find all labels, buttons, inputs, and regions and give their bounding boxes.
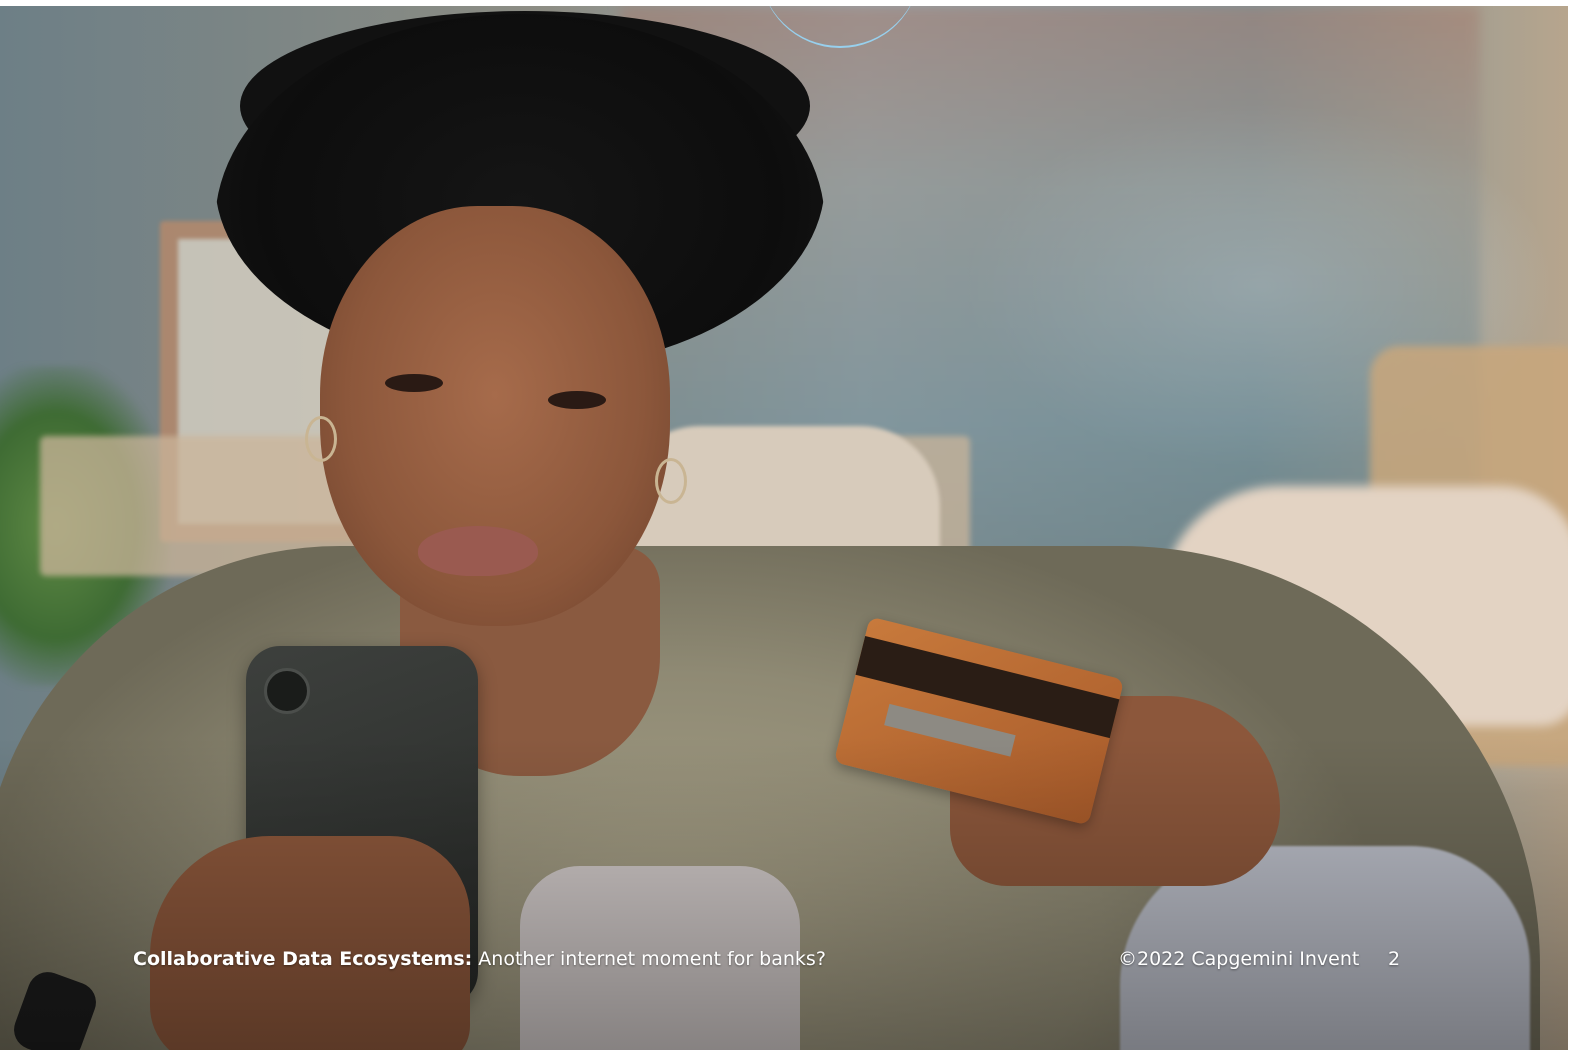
- page-number: 2: [1388, 948, 1401, 970]
- document-title-bold: Collaborative Data Ecosystems:: [133, 948, 473, 970]
- document-title: Collaborative Data Ecosystems: Another i…: [133, 948, 826, 970]
- footer-title: Collaborative Data Ecosystems: Another i…: [133, 944, 826, 974]
- slide: [0, 6, 1568, 1050]
- bottom-vignette: [0, 6, 1568, 1050]
- document-title-subtitle: Another internet moment for banks?: [472, 948, 826, 970]
- copyright-text: ©2022 Capgemini Invent: [1118, 948, 1360, 970]
